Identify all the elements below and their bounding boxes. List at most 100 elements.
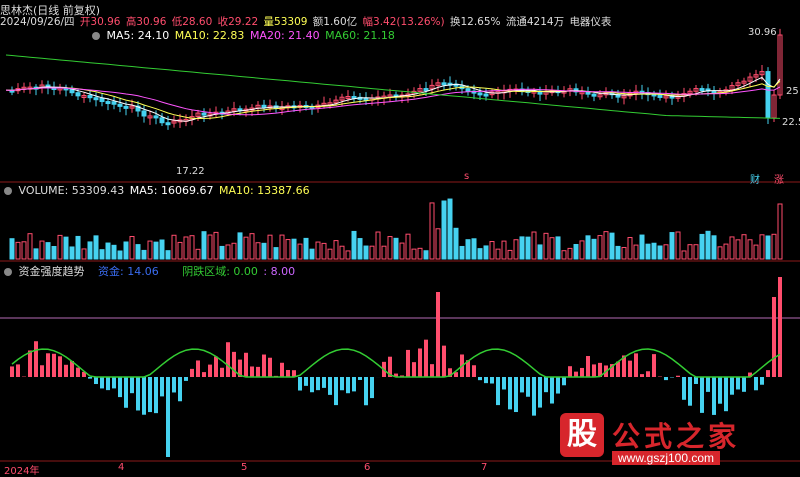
volume-bar [250, 234, 254, 259]
volume-bar [214, 232, 218, 259]
volume-bar [778, 204, 782, 259]
volume-bar [268, 235, 272, 259]
volume-bar [376, 232, 380, 259]
volume-bar [484, 246, 488, 259]
volume-bar [262, 243, 266, 259]
volume-bar [478, 249, 482, 259]
volume-bar [226, 245, 230, 259]
volume-bar [730, 237, 734, 259]
volume-bar [628, 238, 632, 259]
volume-bar [616, 246, 620, 259]
indicator-bar [478, 377, 482, 380]
volume-bar [244, 237, 248, 259]
quote-date: 2024/09/26/四 [0, 14, 75, 29]
volume-bar [406, 234, 410, 259]
indicator-bar [40, 365, 44, 377]
indicator-bar [724, 377, 728, 411]
candle-body [466, 89, 470, 91]
indicator-bar [406, 350, 410, 377]
volume-toggle-icon[interactable] [4, 187, 12, 195]
indicator-bar [322, 377, 326, 388]
candle-body [160, 118, 164, 123]
volume-bar [640, 235, 644, 259]
indicator-bar [700, 377, 704, 413]
indicator-bar [472, 365, 476, 377]
volume-bar [148, 241, 152, 259]
volume-bar [334, 241, 338, 259]
indicator-bar [52, 354, 56, 377]
volume-bar [40, 241, 44, 259]
indicator-bar [28, 350, 32, 377]
indicator-bar [520, 377, 524, 392]
volume-bar [358, 239, 362, 259]
indicator-bar [640, 374, 644, 377]
indicator-bar [346, 377, 350, 393]
indicator-bar [190, 369, 194, 377]
indicator-bar [418, 348, 422, 377]
indicator-bar [508, 377, 512, 409]
volume-bar [34, 249, 38, 259]
volume-bar [658, 246, 662, 259]
indicator-bar [328, 377, 332, 395]
volume-bar [460, 246, 464, 259]
volume-bar [286, 240, 290, 259]
candle-body [592, 94, 596, 96]
indicator-bar [424, 340, 428, 377]
candle-body [100, 98, 104, 101]
volume-bar [436, 229, 440, 259]
ma10-line [6, 81, 780, 118]
indicator-bar [76, 368, 80, 377]
indicator-bar [298, 377, 302, 391]
indicator-bar [550, 377, 554, 404]
legend-toggle-icon[interactable] [92, 32, 100, 40]
indicator-bar [694, 377, 698, 384]
volume-bar [190, 236, 194, 259]
volume-bar [682, 251, 686, 259]
indicator-bar [496, 377, 500, 405]
quote-change: 幅3.42(13.26%) [363, 14, 445, 29]
indicator-toggle-icon[interactable] [4, 268, 12, 276]
volume-bar [202, 232, 206, 259]
volume-bar [568, 248, 572, 259]
right-axis-22-5: 22.5 [782, 117, 800, 128]
limit-up-tag[interactable]: 涨 [774, 171, 784, 186]
volume-bar [154, 242, 158, 259]
volume-bar [160, 240, 164, 259]
indicator-bar [268, 358, 272, 377]
indicator-bar [220, 368, 224, 377]
volume-bar [274, 248, 278, 259]
candle-body [166, 123, 170, 125]
watermark-url: www.gszj100.com [612, 451, 720, 465]
volume-bar [10, 239, 14, 259]
volume-bar [220, 246, 224, 259]
indicator-bar [214, 357, 218, 377]
finance-tag[interactable]: 财 [750, 171, 760, 186]
indicator-bar [172, 377, 176, 392]
candle-body [766, 72, 770, 118]
indicator-bar [142, 377, 146, 415]
indicator-bar [532, 377, 536, 416]
volume-bar [238, 233, 242, 259]
event-marker-s[interactable]: s [464, 171, 469, 182]
volume-bar [724, 244, 728, 259]
indicator-bar [412, 362, 416, 377]
volume-bar [364, 246, 368, 259]
candle-body [424, 89, 428, 91]
legend-vol-ma10: MA10: 13387.66 [219, 184, 310, 197]
indicator-bar [46, 353, 50, 377]
indicator-trend-line [12, 349, 780, 377]
indicator-bar [202, 372, 206, 377]
volume-bar [112, 245, 116, 259]
indicator-bar [682, 377, 686, 400]
indicator-bar [148, 377, 152, 412]
volume-bar [316, 242, 320, 259]
indicator-funds: 资金: 14.06 [98, 263, 159, 279]
candle-body [442, 83, 446, 85]
indicator-bar [586, 356, 590, 377]
volume-bar [304, 238, 308, 259]
indicator-bar [262, 355, 266, 377]
indicator-bar [766, 370, 770, 377]
indicator-bar [154, 377, 158, 413]
indicator-bar [184, 377, 188, 381]
volume-bar [28, 234, 32, 259]
